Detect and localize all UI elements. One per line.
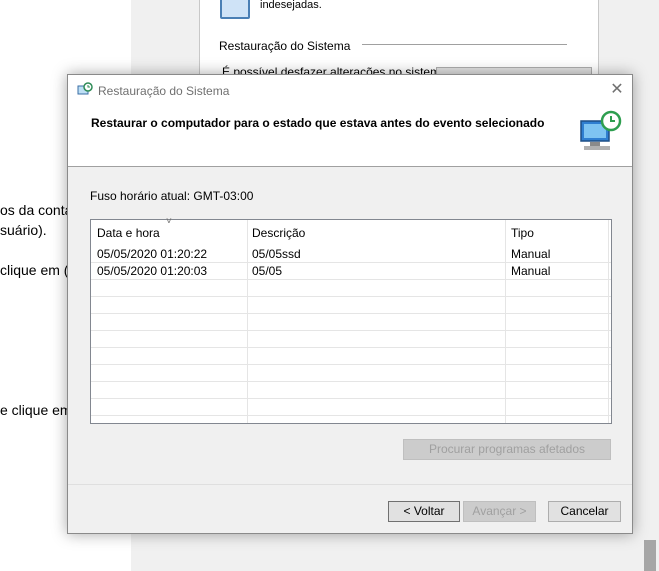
table-row[interactable]: 05/05/2020 01:20:03 05/05 Manual — [91, 262, 611, 280]
cell-type: Manual — [511, 247, 551, 261]
empty-row — [91, 398, 611, 416]
empty-row — [91, 364, 611, 382]
sort-arrow-icon: ˅ — [166, 216, 172, 227]
system-restore-icon — [77, 82, 93, 95]
panel-heading: Restauração do Sistema — [219, 39, 351, 53]
next-button[interactable]: Avançar > — [463, 501, 536, 522]
background-text-line: e clique em — [0, 402, 72, 418]
panel-text: indesejadas. — [260, 0, 322, 11]
cell-description: 05/05 — [252, 264, 283, 278]
background-text-line: os da conta — [0, 202, 73, 218]
dialog-header: Restaurar o computador para o estado que… — [68, 105, 632, 167]
page-title: Restaurar o computador para o estado que… — [91, 116, 545, 130]
title-bar: Restauração do Sistema ✕ — [68, 75, 632, 105]
cell-description: 05/05ssd — [252, 247, 301, 261]
close-button[interactable]: ✕ — [602, 75, 632, 105]
dialog-title: Restauração do Sistema — [98, 84, 230, 98]
background-text-line: clique em ( — [0, 262, 69, 278]
system-restore-dialog: Restauração do Sistema ✕ Restaurar o com… — [67, 74, 633, 534]
background-text-line: suário). — [0, 222, 47, 238]
system-restore-computer-icon — [580, 110, 622, 150]
restore-points-table[interactable]: Data e hora ˅ Descrição Tipo 05/05/2020 … — [90, 216, 612, 424]
divider — [362, 44, 567, 45]
timezone-label: Fuso horário atual: GMT-03:00 — [90, 189, 254, 203]
empty-row — [91, 330, 611, 348]
computer-icon — [220, 0, 250, 19]
table-row[interactable]: 05/05/2020 01:20:22 05/05ssd Manual — [91, 245, 611, 263]
column-header-description[interactable]: Descrição — [252, 226, 305, 240]
divider — [68, 484, 632, 485]
empty-row — [91, 381, 611, 399]
table-header: Data e hora ˅ Descrição Tipo — [91, 216, 611, 244]
scrollbar-thumb[interactable] — [644, 540, 656, 571]
empty-row — [91, 347, 611, 365]
cancel-button[interactable]: Cancelar — [548, 501, 621, 522]
cell-date: 05/05/2020 01:20:22 — [97, 247, 208, 261]
column-header-date[interactable]: Data e hora — [97, 226, 160, 240]
empty-row — [91, 296, 611, 314]
column-header-type[interactable]: Tipo — [511, 226, 534, 240]
cell-date: 05/05/2020 01:20:03 — [97, 264, 208, 278]
page-scrollbar[interactable] — [641, 0, 659, 571]
empty-row — [91, 313, 611, 331]
cell-type: Manual — [511, 264, 551, 278]
back-button[interactable]: < Voltar — [388, 501, 460, 522]
scan-affected-programs-button[interactable]: Procurar programas afetados — [403, 439, 611, 460]
empty-row — [91, 279, 611, 297]
